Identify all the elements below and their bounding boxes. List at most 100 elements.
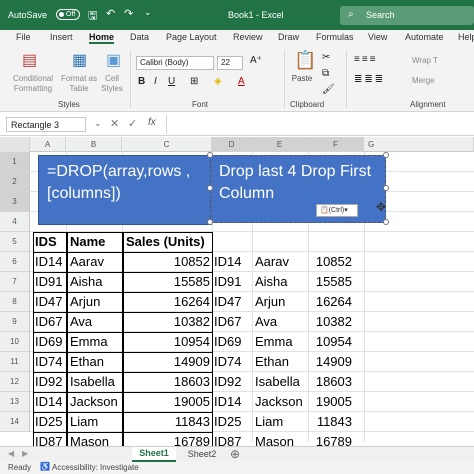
column-header[interactable]: E [252, 137, 308, 152]
result-cell[interactable]: 15585 [310, 274, 352, 289]
cut-icon[interactable]: ✂ [322, 52, 330, 63]
wrap-text-button[interactable]: Wrap T [412, 56, 438, 65]
result-cell[interactable]: 10382 [310, 314, 352, 329]
copy-icon[interactable]: ⧉ [322, 68, 329, 79]
result-cell[interactable]: ID92 [214, 374, 254, 389]
row-header[interactable]: 8 [0, 292, 30, 312]
table-cell[interactable]: Jackson [70, 394, 120, 409]
tab-formulas[interactable]: Formulas [316, 32, 354, 42]
table-cell[interactable]: 18603 [126, 374, 210, 389]
row-header[interactable]: 9 [0, 312, 30, 332]
table-cell[interactable]: ID91 [35, 274, 63, 289]
sheet-tab-sheet1[interactable]: Sheet1 [132, 447, 176, 462]
font-name-select[interactable]: Calibri (Body) [136, 56, 214, 70]
result-cell[interactable]: Isabella [255, 374, 307, 389]
result-cell[interactable]: Aisha [255, 274, 307, 289]
conditional-formatting-button[interactable]: Conditional Formatting [8, 74, 58, 94]
tab-page-layout[interactable]: Page Layout [166, 32, 217, 42]
tab-home[interactable]: Home [89, 32, 115, 44]
table-cell[interactable]: ID67 [35, 314, 63, 329]
table-cell[interactable]: Aarav [70, 254, 120, 269]
row-header[interactable]: 3 [0, 192, 30, 212]
result-cell[interactable]: ID14 [214, 394, 254, 409]
row-header[interactable]: 10 [0, 332, 30, 352]
result-cell[interactable]: 18603 [310, 374, 352, 389]
table-cell[interactable]: Emma [70, 334, 120, 349]
format-as-table-button[interactable]: Format as Table [58, 74, 100, 94]
fill-color-icon[interactable]: ◈ [214, 76, 222, 87]
table-cell[interactable]: Liam [70, 414, 120, 429]
column-header[interactable]: B [66, 137, 122, 152]
accessibility-status[interactable]: Accessibility: Investigate [52, 463, 139, 472]
cell-styles-button[interactable]: Cell Styles [96, 74, 128, 94]
result-cell[interactable]: ID69 [214, 334, 254, 349]
table-cell[interactable]: ID74 [35, 354, 63, 369]
result-cell[interactable]: Liam [255, 414, 307, 429]
tab-help[interactable]: Help [458, 32, 474, 42]
table-cell[interactable]: ID14 [35, 254, 63, 269]
row-header[interactable]: 5 [0, 232, 30, 252]
column-header[interactable]: C [122, 137, 212, 152]
paste-options-button[interactable]: 📋(Ctrl)▾ [316, 204, 358, 217]
sheet-tab-sheet2[interactable]: Sheet2 [180, 447, 224, 462]
result-cell[interactable]: ID47 [214, 294, 254, 309]
format-painter-icon[interactable]: 🖌 [322, 84, 335, 95]
result-cell[interactable]: Ava [255, 314, 307, 329]
table-cell[interactable]: ID92 [35, 374, 63, 389]
name-box[interactable]: Rectangle 3 [6, 117, 86, 132]
row-header[interactable]: 2 [0, 172, 30, 192]
result-cell[interactable]: ID67 [214, 314, 254, 329]
customize-qat-icon[interactable]: ⌄ [144, 7, 152, 18]
add-sheet-icon[interactable]: ⊕ [230, 447, 240, 461]
table-cell[interactable]: 10954 [126, 334, 210, 349]
row-header[interactable]: 14 [0, 412, 30, 432]
tab-automate[interactable]: Automate [405, 32, 444, 42]
table-cell[interactable]: ID69 [35, 334, 63, 349]
borders-icon[interactable]: ⊞ [190, 76, 198, 87]
tab-review[interactable]: Review [233, 32, 263, 42]
next-sheet-icon[interactable]: ▶ [22, 449, 28, 458]
result-cell[interactable]: 11843 [310, 414, 352, 429]
paste-button[interactable]: Paste [290, 74, 314, 83]
table-cell[interactable]: 15585 [126, 274, 210, 289]
tab-draw[interactable]: Draw [278, 32, 299, 42]
insert-function-icon[interactable]: fx [148, 117, 156, 128]
table-cell[interactable]: ID47 [35, 294, 63, 309]
result-cell[interactable]: 10954 [310, 334, 352, 349]
bold-icon[interactable]: B [138, 76, 145, 87]
table-cell[interactable]: Ethan [70, 354, 120, 369]
autosave-toggle[interactable]: Off [56, 9, 80, 20]
result-cell[interactable]: 10852 [310, 254, 352, 269]
row-header[interactable]: 11 [0, 352, 30, 372]
increase-font-icon[interactable]: A⁺ [250, 55, 262, 66]
result-cell[interactable]: Emma [255, 334, 307, 349]
table-cell[interactable]: 16264 [126, 294, 210, 309]
tab-insert[interactable]: Insert [50, 32, 73, 42]
result-cell[interactable]: ID74 [214, 354, 254, 369]
table-cell[interactable]: 10852 [126, 254, 210, 269]
table-cell[interactable]: Aisha [70, 274, 120, 289]
undo-icon[interactable]: ↶ [106, 7, 115, 20]
row-header[interactable]: 13 [0, 392, 30, 412]
enter-icon[interactable]: ✓ [128, 117, 137, 130]
table-cell[interactable]: 10382 [126, 314, 210, 329]
table-cell[interactable]: Ava [70, 314, 120, 329]
column-header[interactable]: G [364, 137, 474, 152]
underline-icon[interactable]: U [168, 76, 175, 87]
table-cell[interactable]: Isabella [70, 374, 120, 389]
result-cell[interactable]: ID91 [214, 274, 254, 289]
tab-file[interactable]: File [16, 32, 31, 42]
cancel-icon[interactable]: ✕ [110, 117, 119, 130]
table-header-cell[interactable]: Name [70, 234, 124, 249]
result-cell[interactable]: Jackson [255, 394, 307, 409]
formula-input[interactable] [166, 115, 472, 134]
italic-icon[interactable]: I [154, 76, 157, 87]
table-cell[interactable]: 14909 [126, 354, 210, 369]
column-header[interactable]: A [30, 137, 66, 152]
table-cell[interactable]: 19005 [126, 394, 210, 409]
column-header[interactable]: F [308, 137, 364, 152]
selected-shape[interactable]: Drop last 4 Drop First Column [210, 155, 386, 223]
result-cell[interactable]: Arjun [255, 294, 307, 309]
prev-sheet-icon[interactable]: ◀ [8, 449, 14, 458]
merge-button[interactable]: Merge [412, 76, 435, 85]
